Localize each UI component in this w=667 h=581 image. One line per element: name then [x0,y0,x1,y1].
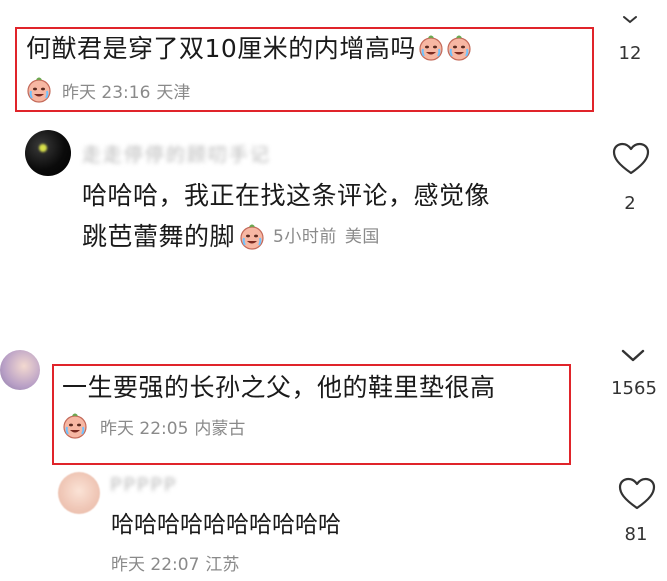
crying-laugh-emoji-icon [239,224,265,250]
chevron-down-icon[interactable] [620,348,646,364]
comment-time: 昨天 23:16 [62,82,151,103]
like-count: 12 [618,43,642,64]
reply-2-meta: 昨天 22:07 江苏 [111,550,239,575]
crying-laugh-emoji-icon [26,77,52,103]
comment-location: 美国 [344,227,380,247]
comment-location: 江苏 [205,555,240,575]
heart-icon[interactable] [612,142,650,176]
comment-text: 何猷君是穿了双10厘米的内增高吗 [26,34,416,63]
reply-text: 哈哈哈哈哈哈哈哈哈哈 [111,512,341,538]
like-count: 81 [624,524,648,545]
crying-laugh-emoji-icon [62,413,88,439]
like-count: 2 [624,193,636,214]
heart-icon[interactable] [618,477,656,511]
comment-2-meta: 昨天 22:05 内蒙古 [62,413,245,439]
avatar[interactable] [58,472,100,514]
comment-text: 一生要强的长孙之父，他的鞋里垫很高 [62,373,496,402]
comment-1-meta: 昨天 23:16 天津 [26,77,190,103]
like-count: 1565 [611,378,657,399]
reply-1-text-line2: 跳芭蕾舞的脚 5小时前 美国 [82,221,380,253]
comment-1-text[interactable]: 何猷君是穿了双10厘米的内增高吗 [26,33,472,65]
username[interactable]: PPPPP [110,474,177,496]
comment-time: 昨天 22:05 [100,418,189,439]
crying-laugh-emoji-icon [418,35,444,61]
avatar[interactable] [0,350,40,390]
crying-laugh-emoji-icon [446,35,472,61]
chevron-partial-icon[interactable] [622,10,638,29]
comment-location: 天津 [156,82,191,103]
username[interactable]: 走走停停的顾叨手记 [82,140,271,167]
comment-text: 跳芭蕾舞的脚 [82,222,236,251]
comment-time: 昨天 22:07 [111,555,200,575]
comment-time: 5小时前 [273,227,337,247]
avatar[interactable] [25,130,71,176]
comment-location: 内蒙古 [194,418,246,439]
reply-1-text-line1: 哈哈哈，我正在找这条评论，感觉像 [82,181,491,210]
